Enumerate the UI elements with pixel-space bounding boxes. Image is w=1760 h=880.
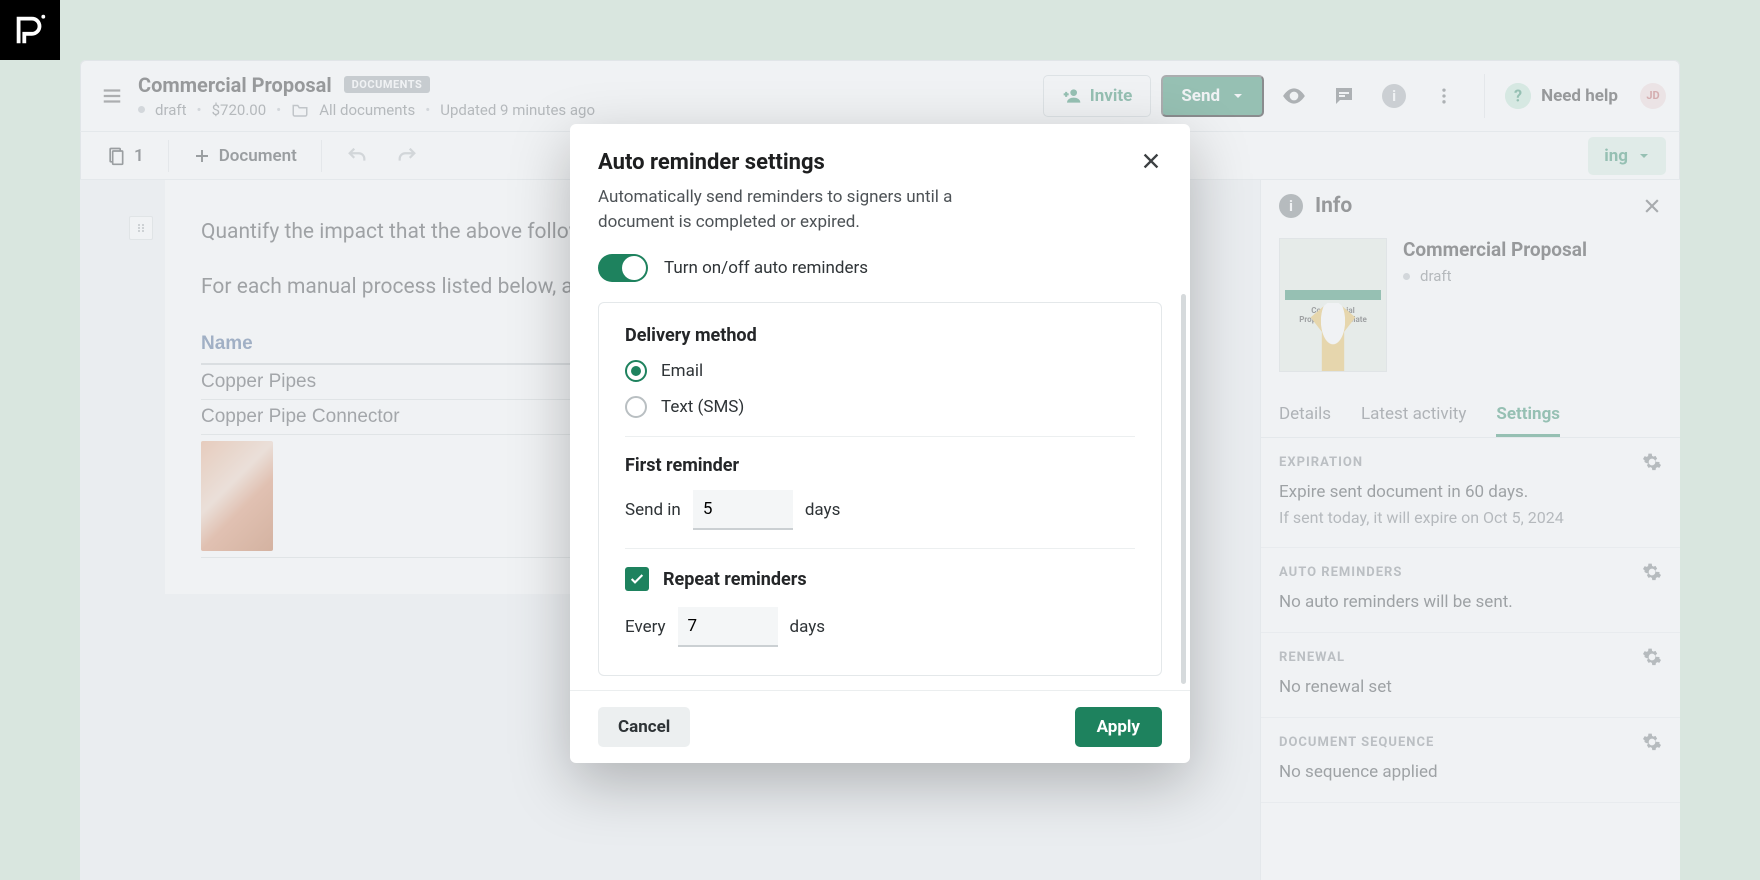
repeat-prefix: Every (625, 617, 666, 637)
auto-reminder-toggle[interactable] (598, 254, 648, 282)
toggle-label: Turn on/off auto reminders (664, 258, 868, 278)
radio-icon (625, 360, 647, 382)
radio-email[interactable]: Email (625, 360, 1135, 382)
cancel-button[interactable]: Cancel (598, 707, 690, 747)
repeat-input[interactable] (678, 607, 778, 647)
close-icon[interactable] (1140, 150, 1162, 172)
apply-button[interactable]: Apply (1075, 707, 1162, 747)
first-reminder-input[interactable] (693, 490, 793, 530)
repeat-label: Repeat reminders (663, 569, 807, 590)
repeat-checkbox[interactable] (625, 567, 649, 591)
brand-logo (0, 0, 60, 60)
first-reminder-suffix: days (805, 500, 841, 520)
modal-subtitle: Automatically send reminders to signers … (570, 185, 1000, 234)
modal-body: Delivery method Email Text (SMS) First r… (598, 302, 1162, 676)
auto-reminder-modal: Auto reminder settings Automatically sen… (570, 124, 1190, 763)
modal-title: Auto reminder settings (598, 150, 825, 175)
first-reminder-prefix: Send in (625, 500, 681, 520)
repeat-suffix: days (790, 617, 826, 637)
scrollbar[interactable] (1181, 294, 1186, 684)
radio-sms[interactable]: Text (SMS) (625, 396, 1135, 418)
radio-icon (625, 396, 647, 418)
delivery-method-label: Delivery method (625, 325, 1135, 346)
first-reminder-label: First reminder (625, 455, 1135, 476)
